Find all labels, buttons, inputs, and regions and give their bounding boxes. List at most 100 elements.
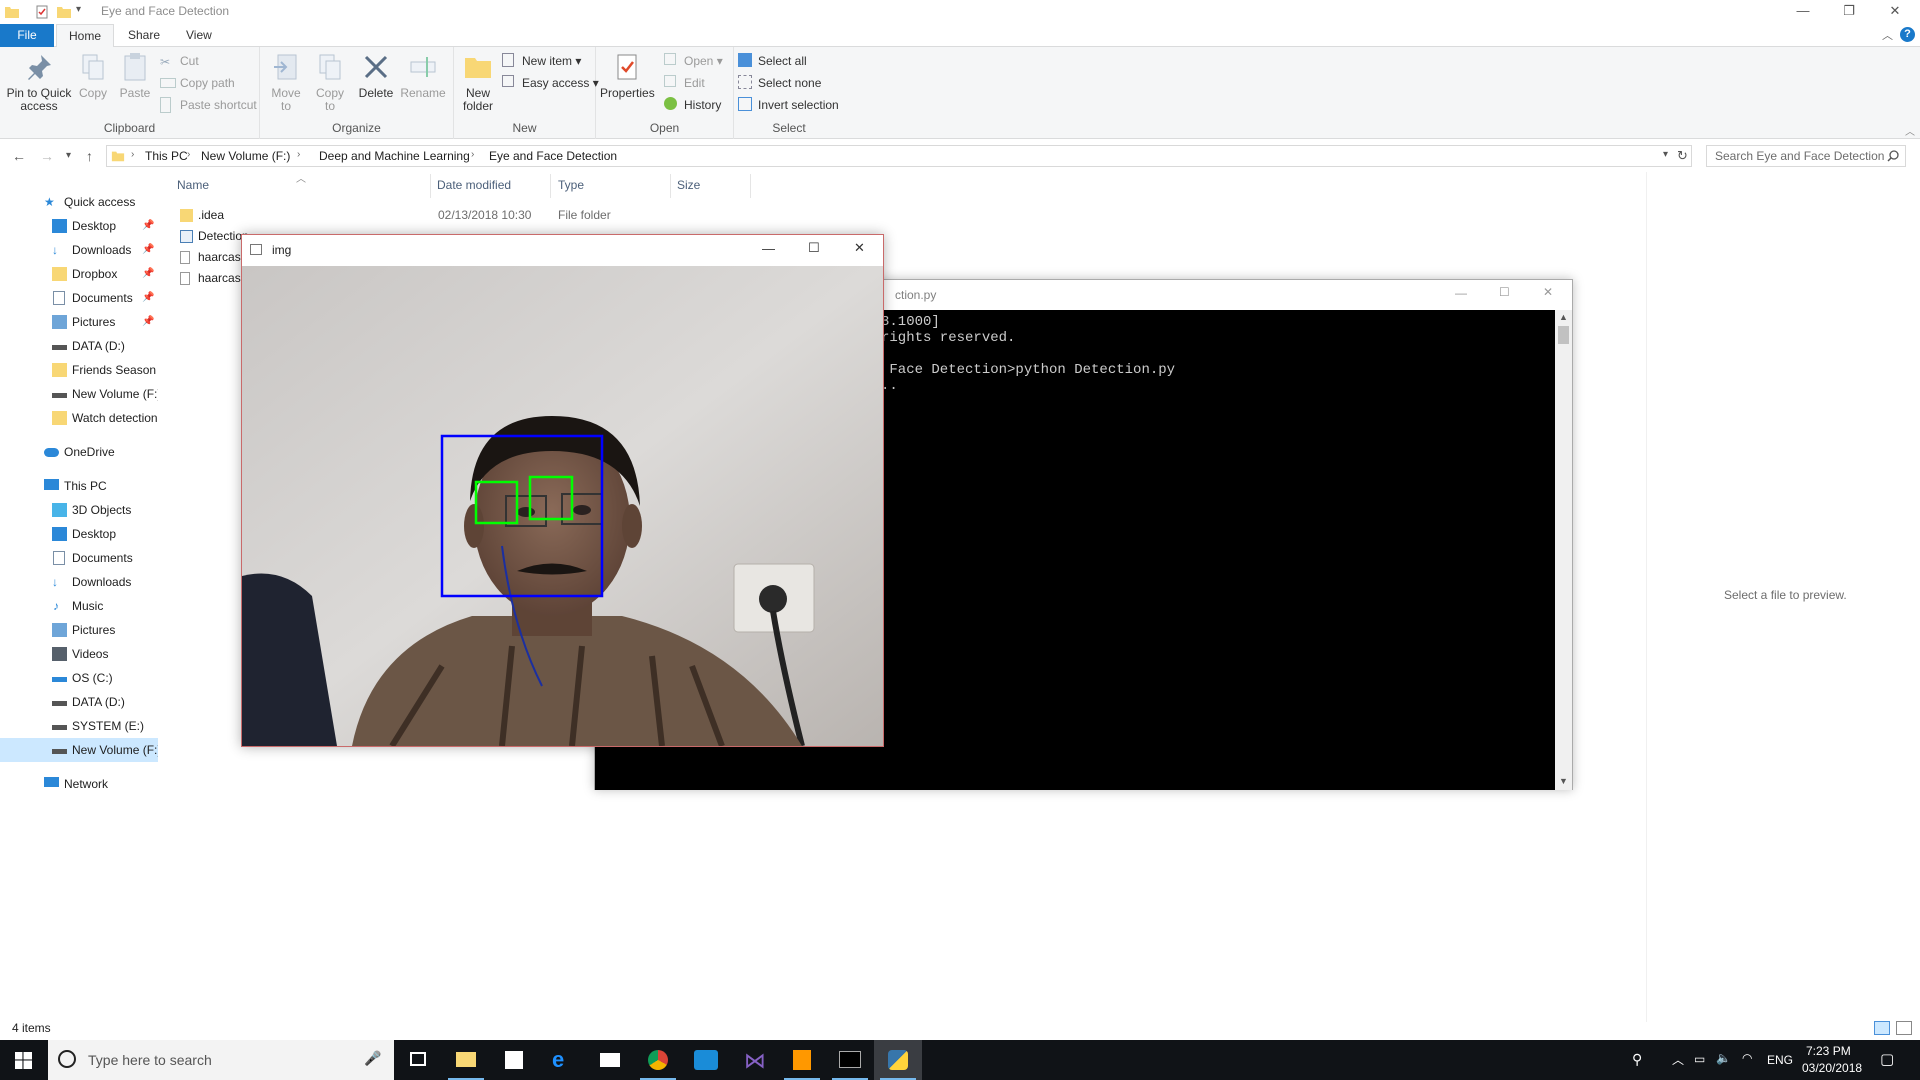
wifi-icon[interactable]: ◠ [1742,1051,1752,1065]
img-close-button[interactable]: ✕ [854,240,865,256]
taskbar-edge[interactable]: e [538,1040,586,1080]
taskbar-store[interactable] [490,1040,538,1080]
copy-to-button[interactable]: Copy to [310,51,350,113]
people-icon[interactable]: ⚲ [1632,1051,1642,1068]
search-input[interactable]: Search Eye and Face Detection [1706,145,1906,167]
paste-shortcut-button[interactable]: Paste shortcut [160,96,257,114]
quick-access-dropdown-icon[interactable]: ▾ [76,4,92,20]
forward-arrow-icon[interactable]: → [40,148,54,164]
scrollbar-thumb[interactable] [1558,326,1569,344]
new-folder-button[interactable]: New folder [458,51,498,113]
column-divider[interactable] [750,174,751,198]
breadcrumb-separator-icon[interactable]: › [297,149,300,160]
column-type[interactable]: Type [558,178,584,192]
nav-pc-videos[interactable]: Videos [0,642,158,666]
nav-quick-documents[interactable]: Documents 📌 [0,286,158,310]
img-minimize-button[interactable]: — [762,241,775,256]
nav-quick-dropbox[interactable]: Dropbox 📌 [0,262,158,286]
column-date-modified[interactable]: Date modified [437,178,511,192]
taskbar-amazon-music[interactable] [682,1040,730,1080]
nav-pc-os-c[interactable]: OS (C:) [0,666,158,690]
breadcrumb-new-volume[interactable]: New Volume (F:) [201,149,290,163]
easy-access-button[interactable]: Easy access ▾ [502,74,599,92]
select-none-button[interactable]: Select none [738,74,821,92]
scroll-down-icon[interactable]: ▼ [1559,776,1568,786]
back-arrow-icon[interactable]: ← [12,148,26,164]
refresh-icon[interactable]: ↻ [1677,148,1688,164]
cut-button[interactable]: ✂ Cut [160,52,199,70]
img-maximize-button[interactable]: ☐ [808,240,820,256]
breadcrumb-separator-icon[interactable]: › [131,149,134,160]
large-icons-view-icon[interactable] [1896,1021,1912,1035]
breadcrumb-separator-icon[interactable]: › [471,149,474,160]
edit-button[interactable]: Edit [664,74,705,92]
tab-home[interactable]: Home [56,24,115,48]
copy-path-button[interactable]: Copy path [160,74,235,92]
column-size[interactable]: Size [677,178,700,192]
column-divider[interactable] [550,174,551,198]
start-button[interactable] [0,1040,48,1080]
delete-button[interactable]: Delete [356,51,396,100]
nav-pc-data-d[interactable]: DATA (D:) [0,690,158,714]
nav-pc-desktop[interactable]: Desktop [0,522,158,546]
taskbar-cmd[interactable] [826,1040,874,1080]
img-title-bar[interactable]: img — ☐ ✕ [242,235,883,266]
column-divider[interactable] [430,174,431,198]
nav-pc-music[interactable]: ♪ Music [0,594,158,618]
nav-quick-new-volume[interactable]: New Volume (F:) [0,382,158,406]
new-item-button[interactable]: New item ▾ [502,52,581,70]
column-divider[interactable] [670,174,671,198]
taskbar-python[interactable] [874,1040,922,1080]
nav-quick-data-d[interactable]: DATA (D:) [0,334,158,358]
clock-date[interactable]: 03/20/2018 [1802,1061,1862,1075]
nav-quick-desktop[interactable]: Desktop 📌 [0,214,158,238]
minimize-button[interactable]: — [1780,0,1826,24]
breadcrumb-this-pc[interactable]: This PC [145,149,188,163]
breadcrumb-current[interactable]: Eye and Face Detection [489,149,617,163]
properties-icon[interactable] [34,4,50,20]
show-hidden-icons-icon[interactable]: ︿ [1672,1051,1684,1068]
tab-view[interactable]: View [174,24,224,47]
clock-time[interactable]: 7:23 PM [1806,1044,1851,1058]
taskbar-chrome[interactable] [634,1040,682,1080]
column-name[interactable]: Name [177,178,209,192]
microphone-icon[interactable]: 🎤 [364,1050,381,1067]
nav-quick-pictures[interactable]: Pictures 📌 [0,310,158,334]
taskbar-mail[interactable] [586,1040,634,1080]
nav-network[interactable]: Network [0,772,158,796]
console-close-button[interactable]: ✕ [1543,285,1553,299]
up-arrow-icon[interactable]: ↑ [86,148,93,164]
properties-button[interactable]: Properties [600,51,655,100]
select-all-button[interactable]: Select all [738,52,807,70]
nav-quick-access[interactable]: ★ Quick access [0,190,158,214]
recent-locations-icon[interactable]: ▾ [66,150,71,161]
tab-file[interactable]: File [0,24,54,47]
nav-this-pc[interactable]: This PC [0,474,158,498]
nav-pc-system-e[interactable]: SYSTEM (E:) [0,714,158,738]
nav-quick-watch-detection[interactable]: Watch detection [0,406,158,430]
nav-quick-friends[interactable]: Friends Season 5 [0,358,158,382]
new-folder-icon[interactable] [56,4,72,20]
taskbar-sublime[interactable] [778,1040,826,1080]
help-icon[interactable]: ? [1900,27,1915,42]
nav-onedrive[interactable]: OneDrive [0,440,158,464]
taskbar-search-input[interactable]: Type here to search 🎤 [48,1040,394,1080]
pin-quick-access-button[interactable]: Pin to Quick access [6,51,72,113]
battery-icon[interactable]: ▭ [1694,1052,1705,1066]
nav-quick-downloads[interactable]: ↓ Downloads 📌 [0,238,158,262]
open-button[interactable]: Open ▾ [664,52,723,70]
invert-selection-button[interactable]: Invert selection [738,96,839,114]
nav-pc-pictures[interactable]: Pictures [0,618,158,642]
console-scrollbar[interactable]: ▲ ▼ [1555,310,1572,790]
history-button[interactable]: History [664,96,721,114]
file-row[interactable]: .idea 02/13/2018 10:30 File folder [176,205,756,226]
console-minimize-button[interactable]: — [1455,286,1467,300]
paste-button[interactable]: Paste [116,51,154,100]
breadcrumb-separator-icon[interactable]: › [187,149,190,160]
volume-icon[interactable]: 🔈 [1716,1051,1731,1065]
nav-pc-new-volume[interactable]: New Volume (F:) [0,738,158,762]
console-maximize-button[interactable]: ☐ [1499,285,1510,299]
rename-button[interactable]: Rename [400,51,446,100]
taskbar-file-explorer[interactable] [442,1040,490,1080]
copy-button[interactable]: Copy [74,51,112,100]
